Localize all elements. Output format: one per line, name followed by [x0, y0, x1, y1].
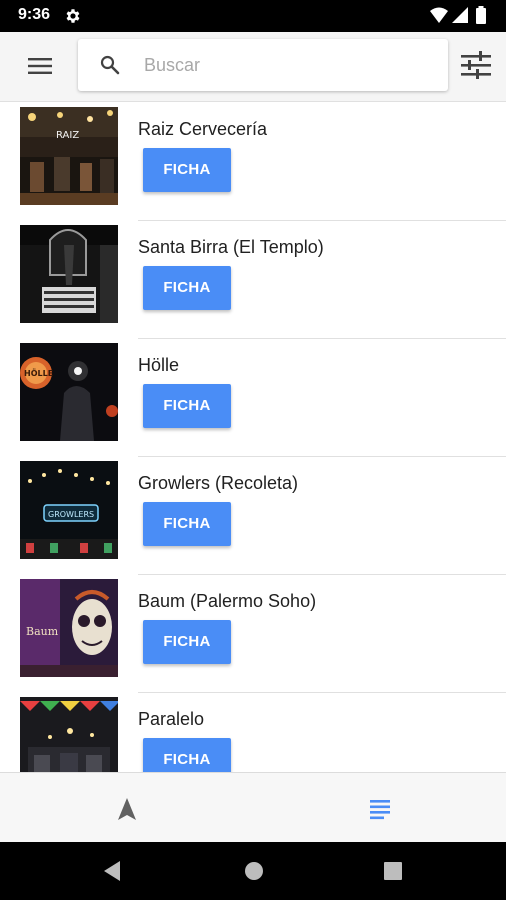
bar-thumbnail[interactable]: Baum: [20, 579, 118, 677]
bar-thumbnail[interactable]: HÖLLE: [20, 343, 118, 441]
bar-name: Baum (Palermo Soho): [138, 591, 317, 611]
ficha-button[interactable]: FICHA: [143, 738, 231, 772]
search-icon: [100, 55, 120, 75]
status-icons: [430, 6, 486, 24]
search-input[interactable]: [144, 52, 434, 78]
bar-thumbnail[interactable]: RAIZ: [20, 107, 118, 205]
bar-name: Paralelo: [138, 709, 205, 729]
bar-name: Santa Birra (El Templo): [138, 237, 324, 257]
ficha-button[interactable]: FICHA: [143, 266, 231, 310]
list-item[interactable]: Paralelo FICHA: [0, 693, 506, 772]
navigation-arrow-icon[interactable]: [113, 795, 141, 823]
search-box[interactable]: [78, 39, 448, 91]
wifi-icon: [430, 7, 448, 23]
holle-sign: HÖLLE: [24, 368, 53, 378]
recent-apps-icon[interactable]: [383, 861, 403, 881]
ficha-button[interactable]: FICHA: [143, 502, 231, 546]
filter-sliders-icon[interactable]: [459, 48, 493, 82]
status-time: 9:36: [18, 6, 51, 23]
settings-gear-icon: [66, 9, 80, 23]
bar-thumbnail[interactable]: [20, 225, 118, 323]
signal-icon: [452, 7, 468, 23]
baum-sign: Baum: [26, 625, 59, 638]
top-app-bar: [0, 32, 506, 102]
ficha-button[interactable]: FICHA: [143, 148, 231, 192]
bar-name: Hölle: [138, 355, 180, 375]
list-view-icon[interactable]: [366, 795, 394, 823]
ficha-button[interactable]: FICHA: [143, 384, 231, 428]
system-navigation-bar: [0, 842, 506, 900]
bottom-navigation: [0, 772, 506, 842]
status-bar: 9:36: [0, 0, 506, 32]
bar-name: Growlers (Recoleta): [138, 473, 299, 493]
back-icon[interactable]: [100, 859, 124, 883]
raiz-sign: RAIZ: [56, 130, 79, 141]
battery-icon: [476, 8, 486, 24]
home-icon[interactable]: [243, 860, 265, 882]
list-item[interactable]: RAIZ Raiz Cervecería FICHA: [0, 103, 506, 221]
menu-icon[interactable]: [22, 52, 58, 80]
growlers-sign: GROWLERS: [48, 510, 94, 519]
ficha-button[interactable]: FICHA: [143, 620, 231, 664]
list-item[interactable]: Santa Birra (El Templo) FICHA: [0, 221, 506, 339]
bar-thumbnail[interactable]: GROWLERS: [20, 461, 118, 559]
bar-list[interactable]: RAIZ Raiz Cervecería FICHA Santa Birra (…: [0, 103, 506, 772]
bar-name: Raiz Cervecería: [138, 119, 268, 139]
list-item[interactable]: GROWLERS Growlers (Recoleta) FICHA: [0, 457, 506, 575]
bar-thumbnail[interactable]: [20, 697, 118, 772]
list-item[interactable]: Baum Baum (Palermo Soho) FICHA: [0, 575, 506, 693]
list-item[interactable]: HÖLLE Hölle FICHA: [0, 339, 506, 457]
